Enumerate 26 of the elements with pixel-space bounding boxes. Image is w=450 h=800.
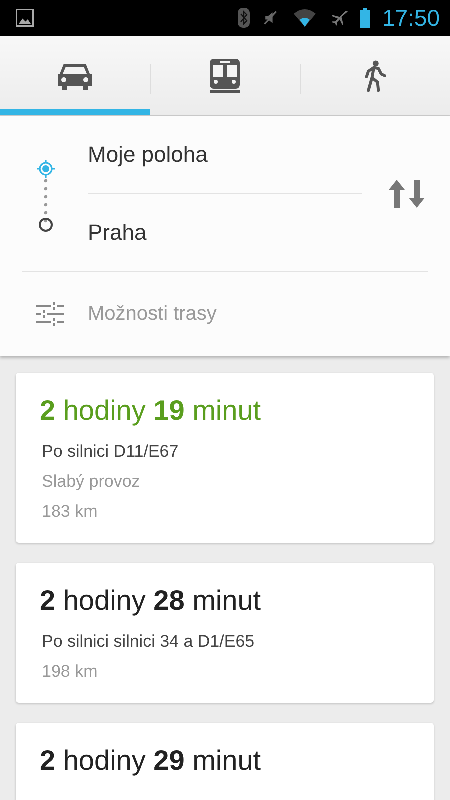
destination-field[interactable]: Praha <box>88 193 362 271</box>
route-distance: 183 km <box>41 501 99 523</box>
airplane-icon <box>330 9 348 27</box>
battery-icon <box>360 8 370 28</box>
swap-icon[interactable] <box>388 178 426 208</box>
route-via: Po silnici D11/E67 <box>41 441 180 463</box>
route-duration: 2 hodiny 29 minut <box>40 745 262 777</box>
wifi-icon <box>292 8 318 28</box>
route-card[interactable]: 2 hodiny 28 minut Po silnici silnici 34 a D1/E65 198 km <box>16 563 434 703</box>
route-duration: 2 hodiny 28 minut <box>40 585 262 617</box>
route-card[interactable]: 2 hodiny 19 minut Po silnici D11/E67 Slabý provoz 183 km <box>16 373 434 543</box>
route-distance: 198 km <box>41 661 99 683</box>
image-icon <box>16 9 34 27</box>
bluetooth-icon <box>238 8 250 28</box>
clock: 17:50 <box>382 4 440 32</box>
route-card[interactable]: 2 hodiny 29 minut <box>16 723 434 800</box>
dotted-line <box>44 176 48 222</box>
destination-icon <box>38 216 54 232</box>
route-duration: 2 hodiny 19 minut <box>40 395 262 427</box>
train-icon <box>210 58 240 92</box>
sliders-icon <box>36 301 64 327</box>
walking-icon <box>364 58 386 92</box>
origin-field[interactable]: Moje poloha <box>88 116 362 193</box>
traffic-info: Slabý provoz <box>41 471 142 493</box>
location-icon <box>36 158 56 178</box>
route-via: Po silnici silnici 34 a D1/E65 <box>41 631 256 653</box>
